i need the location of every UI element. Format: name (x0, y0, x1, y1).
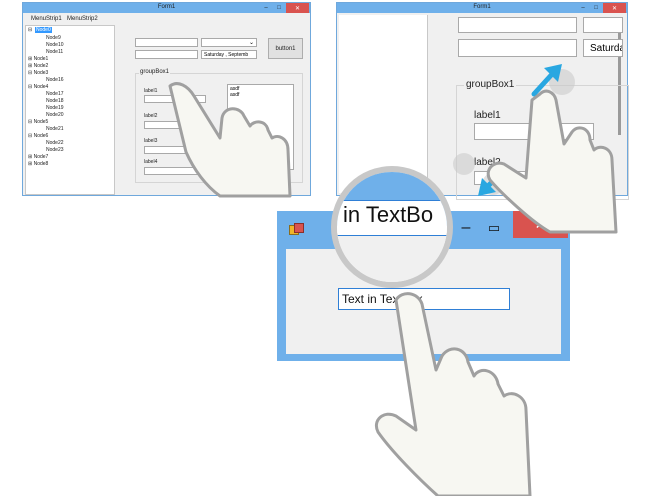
chevron-down-icon: ⌄ (248, 40, 254, 46)
magnified-text: in TextBo (343, 202, 434, 227)
textbox[interactable] (458, 39, 577, 57)
tree-node[interactable]: ⊞ Node2 (28, 63, 48, 69)
tree-node[interactable]: ⊟ Node6 (28, 133, 48, 139)
tree-node[interactable]: Node16 (46, 77, 64, 83)
tree-node[interactable]: Node9 (46, 35, 61, 41)
close-icon[interactable]: ✕ (286, 3, 309, 13)
date-picker[interactable]: Saturday , Septemb (201, 50, 257, 59)
pinch-hand-icon (486, 89, 618, 234)
maximize-icon[interactable]: □ (273, 3, 285, 13)
tree-node[interactable]: ⊟ Node3 (28, 70, 48, 76)
tree-node[interactable]: Node17 (46, 91, 64, 97)
tree-node[interactable]: Node23 (46, 147, 64, 153)
tree-node[interactable]: ⊞ Node1 (28, 56, 48, 62)
date-picker[interactable]: Saturday (583, 39, 623, 57)
combobox[interactable]: ⌄ (201, 38, 257, 47)
tree-node[interactable]: Node10 (46, 42, 64, 48)
textbox[interactable] (135, 38, 198, 47)
tree-view[interactable]: ⊟ Node0 Node9 Node10 Node11 ⊞ Node1 ⊞ No… (25, 25, 115, 195)
title-bar: Form1 ‒ □ ✕ (337, 3, 627, 13)
button1[interactable]: button1 (268, 38, 303, 59)
combobox[interactable] (583, 17, 623, 33)
menu-item-menustrip1[interactable]: MenuStrip1 (31, 16, 62, 22)
maximize-icon[interactable]: □ (590, 3, 602, 13)
tap-hand-icon (168, 82, 292, 198)
touch-hand-icon (375, 292, 532, 496)
tree-node[interactable]: Node11 (46, 49, 63, 55)
tree-node[interactable]: ⊟ Node4 (28, 84, 48, 90)
tree-node[interactable]: Node22 (46, 140, 64, 146)
tree-node-selected[interactable]: Node0 (35, 27, 52, 33)
tree-node[interactable]: Node20 (46, 112, 64, 118)
tree-node[interactable]: ⊞ Node7 (28, 154, 48, 160)
close-icon[interactable]: ✕ (603, 3, 626, 13)
minimize-icon[interactable]: ‒ (577, 3, 589, 13)
magnifier-lens: in TextBo (331, 166, 453, 288)
app-icon (289, 223, 304, 235)
tree-node[interactable]: Node21 (46, 126, 64, 132)
tree-node[interactable]: ⊟ Node5 (28, 119, 48, 125)
tree-node[interactable]: ⊞ Node8 (28, 161, 48, 167)
minimize-icon[interactable]: ‒ (455, 217, 477, 239)
tree-node[interactable]: Node18 (46, 98, 64, 104)
title-bar: Form1 ‒ □ ✕ (23, 3, 310, 13)
groupbox-title: groupBox1 (139, 69, 171, 75)
tree-node[interactable]: Node19 (46, 105, 64, 111)
menu-item-menustrip2[interactable]: MenuStrip2 (67, 16, 98, 22)
minimize-icon[interactable]: ‒ (260, 3, 272, 13)
textbox[interactable] (135, 50, 198, 59)
textbox[interactable] (458, 17, 577, 33)
